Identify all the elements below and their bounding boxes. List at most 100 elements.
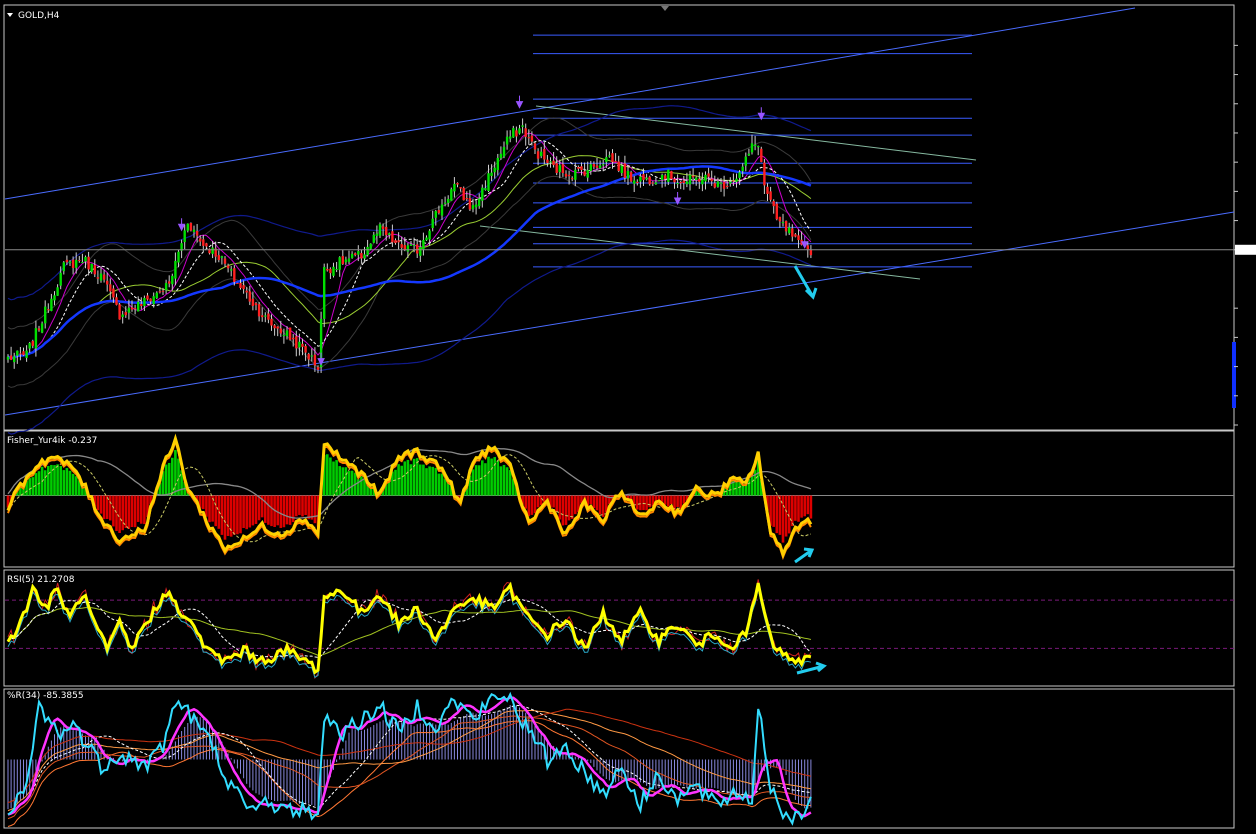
- bollinger-upper-line: [8, 118, 811, 329]
- candle-body: [562, 164, 564, 173]
- fisher-histogram-bar: [103, 496, 106, 520]
- candle-body: [267, 314, 269, 320]
- candle-body: [202, 239, 204, 246]
- candle-body: [791, 228, 793, 236]
- candle-body: [593, 164, 595, 167]
- candle-body: [630, 172, 632, 181]
- candle-body: [807, 245, 809, 249]
- fisher-histogram-bar: [791, 496, 794, 527]
- candle-body: [177, 252, 179, 263]
- candle-body: [363, 254, 365, 258]
- candle-body: [199, 238, 201, 241]
- candle-body: [472, 205, 474, 209]
- fisher-histogram-bar: [289, 496, 292, 525]
- candle-body: [745, 157, 747, 166]
- candle-body: [695, 178, 697, 181]
- candle-body: [221, 256, 223, 258]
- fisher-histogram-bar: [56, 464, 59, 495]
- fisher-histogram-bar: [490, 459, 493, 496]
- candle-body: [118, 304, 120, 319]
- candle-body: [137, 302, 139, 312]
- candle-body: [376, 234, 378, 236]
- wpr-pane[interactable]: [8, 694, 811, 826]
- candle-body: [357, 251, 359, 255]
- candle-body: [270, 319, 272, 326]
- fisher-histogram-bar: [670, 496, 673, 505]
- candle-body: [428, 231, 430, 240]
- fisher-histogram-bar: [751, 477, 754, 496]
- fisher-histogram-bar: [72, 474, 75, 496]
- candle-body: [47, 309, 49, 310]
- candle-body: [401, 244, 403, 248]
- candle-body: [655, 183, 657, 185]
- fisher-histogram-bar: [59, 466, 62, 495]
- candle-body: [757, 146, 759, 147]
- fisher-histogram-bar: [63, 470, 66, 495]
- candle-body: [397, 240, 399, 242]
- candle-body: [75, 260, 77, 268]
- fisher-histogram-bar: [400, 466, 403, 496]
- fisher-histogram-bar: [242, 496, 245, 528]
- fisher-histogram-bar: [394, 470, 397, 496]
- candle-body: [224, 258, 226, 263]
- fisher-histogram-bar: [447, 483, 450, 495]
- candle-body: [146, 295, 148, 299]
- fisher-histogram-bar: [143, 496, 146, 525]
- fisher-histogram-bar: [249, 496, 252, 528]
- candle-body: [168, 281, 170, 283]
- candle-body: [162, 291, 164, 292]
- candle-body: [184, 230, 186, 242]
- fisher-histogram-bar: [497, 461, 500, 496]
- fisher-histogram-bar: [332, 462, 335, 496]
- candle-body: [16, 351, 18, 356]
- candle-body: [69, 262, 71, 263]
- candle-body: [335, 269, 337, 270]
- fisher-pane[interactable]: [5, 439, 1234, 562]
- candle-body: [490, 173, 492, 176]
- chart-canvas[interactable]: GOLD,H4 Fisher_Yur4ik -0.237 RSI(5) 21.2…: [0, 0, 1256, 830]
- candle-body: [149, 299, 151, 302]
- candle-body: [528, 137, 530, 138]
- rsi-pane[interactable]: [5, 579, 1234, 678]
- dropdown-triangle-icon[interactable]: [7, 13, 13, 17]
- candle-body: [447, 199, 449, 203]
- fisher-histogram-bar: [115, 496, 118, 531]
- candle-body: [153, 296, 155, 304]
- fisher-histogram-bar: [301, 496, 304, 517]
- fisher-histogram-bar: [484, 463, 487, 495]
- candle-body: [503, 147, 505, 157]
- candle-body: [339, 257, 341, 270]
- candle-body: [577, 167, 579, 169]
- candle-body: [311, 355, 313, 356]
- candle-body: [100, 274, 102, 281]
- fisher-histogram-bar: [214, 496, 217, 527]
- candle-body: [658, 180, 660, 181]
- candle-body: [531, 136, 533, 142]
- candle-body: [289, 328, 291, 340]
- candle-body: [273, 325, 275, 328]
- candle-body: [84, 257, 86, 262]
- fisher-histogram-bar: [741, 485, 744, 496]
- fractal-marker-icon: [675, 192, 681, 204]
- fisher-histogram-bar: [419, 464, 422, 495]
- fisher-histogram-bar: [444, 479, 447, 496]
- candle-body: [63, 262, 65, 271]
- candle-body: [218, 255, 220, 260]
- fisher-histogram-bar: [413, 459, 416, 496]
- fractal-marker-icon: [179, 218, 185, 230]
- fisher-histogram-bar: [552, 496, 555, 508]
- candle-body: [521, 125, 523, 126]
- candle-body: [444, 203, 446, 204]
- candle-body: [7, 357, 9, 360]
- candle-body: [419, 247, 421, 256]
- fisher-histogram-bar: [227, 496, 230, 536]
- candle-body: [580, 166, 582, 170]
- price-pane[interactable]: [5, 8, 1256, 434]
- fisher-histogram-bar: [794, 496, 797, 521]
- symbol-menu-icon[interactable]: [7, 13, 13, 17]
- candle-body: [109, 284, 111, 291]
- fisher-histogram-bar: [493, 457, 496, 495]
- candle-body: [714, 183, 716, 187]
- fisher-histogram-bar: [772, 496, 775, 527]
- candle-body: [642, 174, 644, 180]
